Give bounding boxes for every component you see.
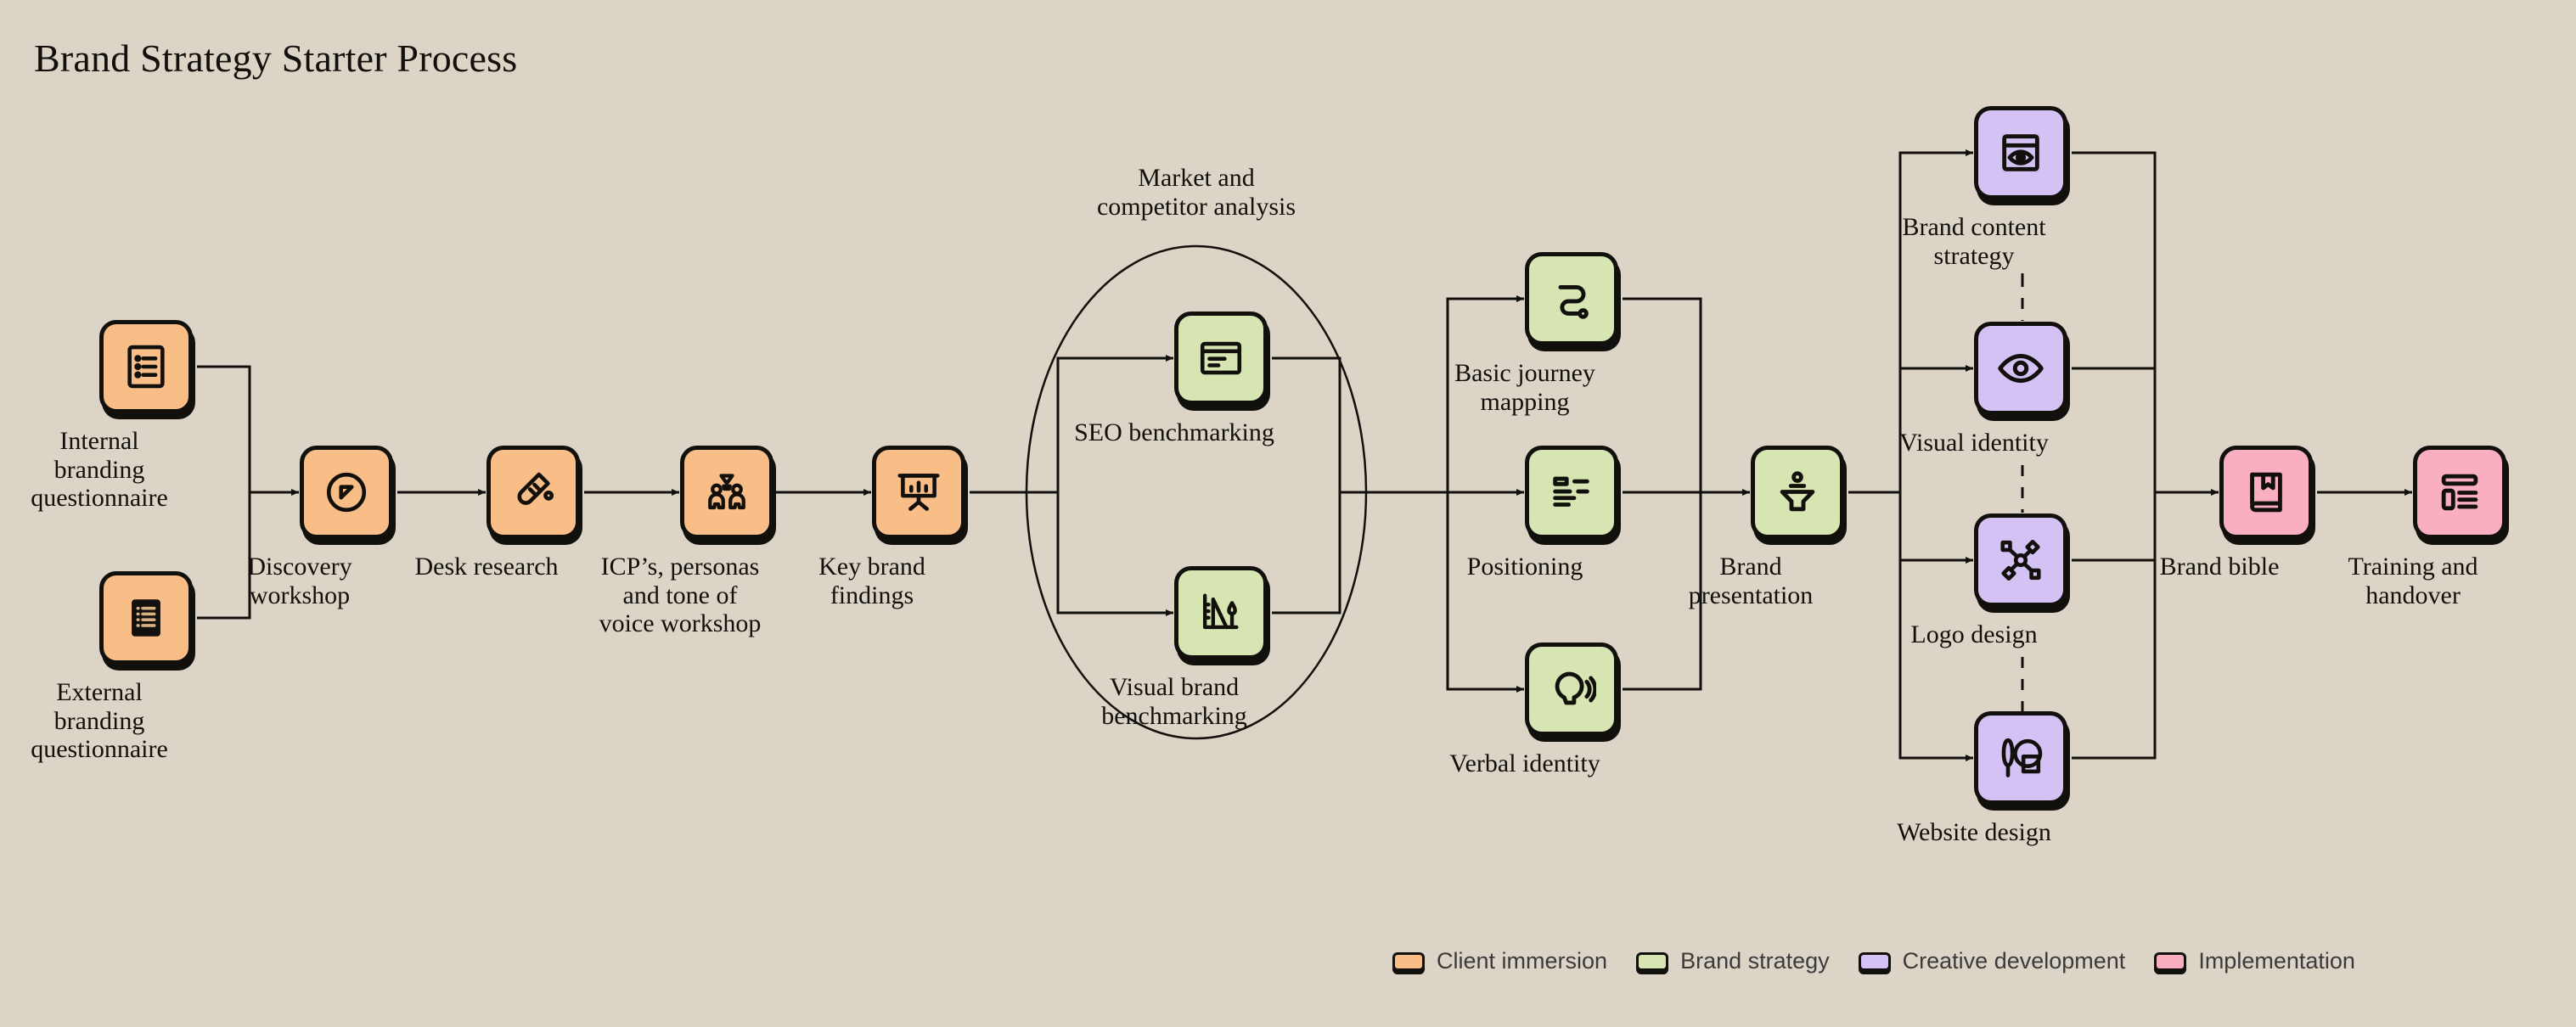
node-chip[interactable] (680, 446, 773, 539)
legend-swatch (2154, 951, 2187, 971)
legend-swatch (1392, 951, 1425, 971)
legend-item-client-immersion[interactable]: Client immersion (1392, 948, 1607, 974)
layout-list-icon (2435, 468, 2484, 517)
document-list-filled-icon (121, 593, 171, 643)
node-chip[interactable] (99, 320, 193, 413)
node-chip[interactable] (99, 571, 193, 665)
node-chip[interactable] (1974, 106, 2067, 199)
node-chip[interactable] (1974, 322, 2067, 415)
text-layout-icon (1547, 468, 1596, 517)
diagram-canvas: Brand Strategy Starter Process Market an… (0, 0, 2576, 1027)
node-chip[interactable] (1525, 446, 1618, 539)
group-caption-market-analysis: Market and competitor analysis (1096, 164, 1296, 221)
node-label: ICP’s, personas and tone of voice worksh… (599, 553, 762, 638)
eye-icon (1995, 343, 2046, 394)
node-label: Brand presentation (1688, 553, 1814, 609)
node-chip[interactable] (1974, 711, 2067, 805)
shapes-node-icon (1996, 536, 2045, 585)
node-label: Desk research (414, 553, 559, 581)
legend-swatch (1858, 951, 1891, 971)
legend-label: Client immersion (1437, 948, 1608, 974)
speech-sound-icon (1547, 665, 1596, 714)
node-label: Website design (1897, 818, 2051, 846)
route-icon (1547, 274, 1596, 323)
legend-item-brand-strategy[interactable]: Brand strategy (1636, 948, 1830, 974)
node-chip[interactable] (1174, 566, 1268, 659)
legend-label: Brand strategy (1680, 948, 1830, 974)
node-label: Visual brand benchmarking (1101, 673, 1247, 730)
node-label: Brand bible (2159, 553, 2280, 581)
chart-pen-icon (1196, 588, 1246, 637)
node-label: Visual identity (1899, 429, 2049, 457)
legend-item-implementation[interactable]: Implementation (2154, 948, 2355, 974)
legend-swatch (1636, 951, 1669, 971)
legend-label: Creative development (1902, 948, 2126, 974)
node-label: SEO benchmarking (1074, 418, 1274, 446)
node-chip[interactable] (2219, 446, 2313, 539)
node-label: Key brand findings (818, 553, 925, 609)
node-chip[interactable] (487, 446, 580, 539)
node-chip[interactable] (872, 446, 965, 539)
legend-label: Implementation (2198, 948, 2355, 974)
node-label: Positioning (1466, 553, 1583, 581)
node-label: Verbal identity (1449, 749, 1600, 777)
node-label: Training and handover (2348, 553, 2478, 609)
node-label: Brand content strategy (1902, 213, 2046, 270)
page-title: Brand Strategy Starter Process (34, 36, 518, 80)
compass-icon (322, 468, 371, 517)
node-chip[interactable] (1751, 446, 1844, 539)
node-chip[interactable] (300, 446, 393, 539)
node-chip[interactable] (1525, 643, 1618, 736)
node-chip[interactable] (2413, 446, 2506, 539)
test-tube-icon (509, 468, 558, 517)
window-eye-icon (1996, 128, 2045, 177)
node-chip[interactable] (1525, 252, 1618, 345)
document-list-icon (121, 342, 171, 391)
node-label: Discovery workshop (247, 553, 352, 609)
node-chip[interactable] (1174, 311, 1268, 405)
node-label: Logo design (1910, 620, 2038, 648)
speaker-podium-icon (1773, 468, 1822, 517)
legend-item-creative-development[interactable]: Creative development (1858, 948, 2126, 974)
node-label: External branding questionnaire (31, 678, 168, 764)
brush-shape-icon (1996, 733, 2045, 783)
node-chip[interactable] (1974, 514, 2067, 607)
node-label: Internal branding questionnaire (31, 427, 168, 513)
legend: Client immersion Brand strategy Creative… (1392, 948, 2355, 974)
browser-window-icon (1196, 334, 1246, 383)
node-label: Basic journey mapping (1454, 359, 1595, 416)
presentation-chart-icon (894, 468, 943, 517)
book-bookmark-icon (2241, 468, 2291, 517)
people-idea-icon (701, 467, 752, 518)
